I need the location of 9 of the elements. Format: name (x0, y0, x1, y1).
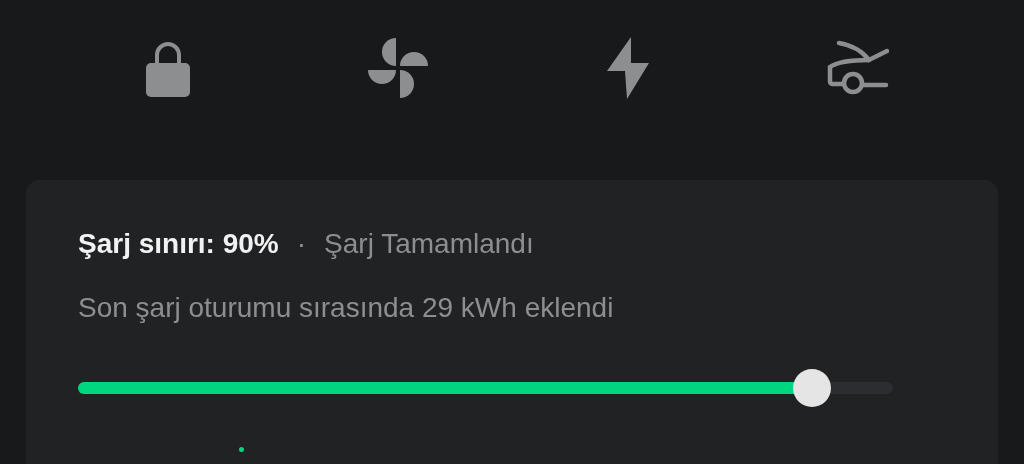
lock-icon (146, 39, 190, 97)
fan-icon (367, 37, 429, 99)
charge-status: Şarj Tamamlandı (324, 227, 534, 261)
session-info: Son şarj oturumu sırasında 29 kWh eklendi (78, 291, 615, 325)
separator-dot: · (296, 227, 307, 261)
car-trunk-icon (827, 40, 889, 96)
lightning-icon (607, 37, 649, 99)
charge-limit-label: Şarj sınırı: 90% (78, 227, 279, 261)
slider-thumb[interactable] (792, 369, 831, 407)
